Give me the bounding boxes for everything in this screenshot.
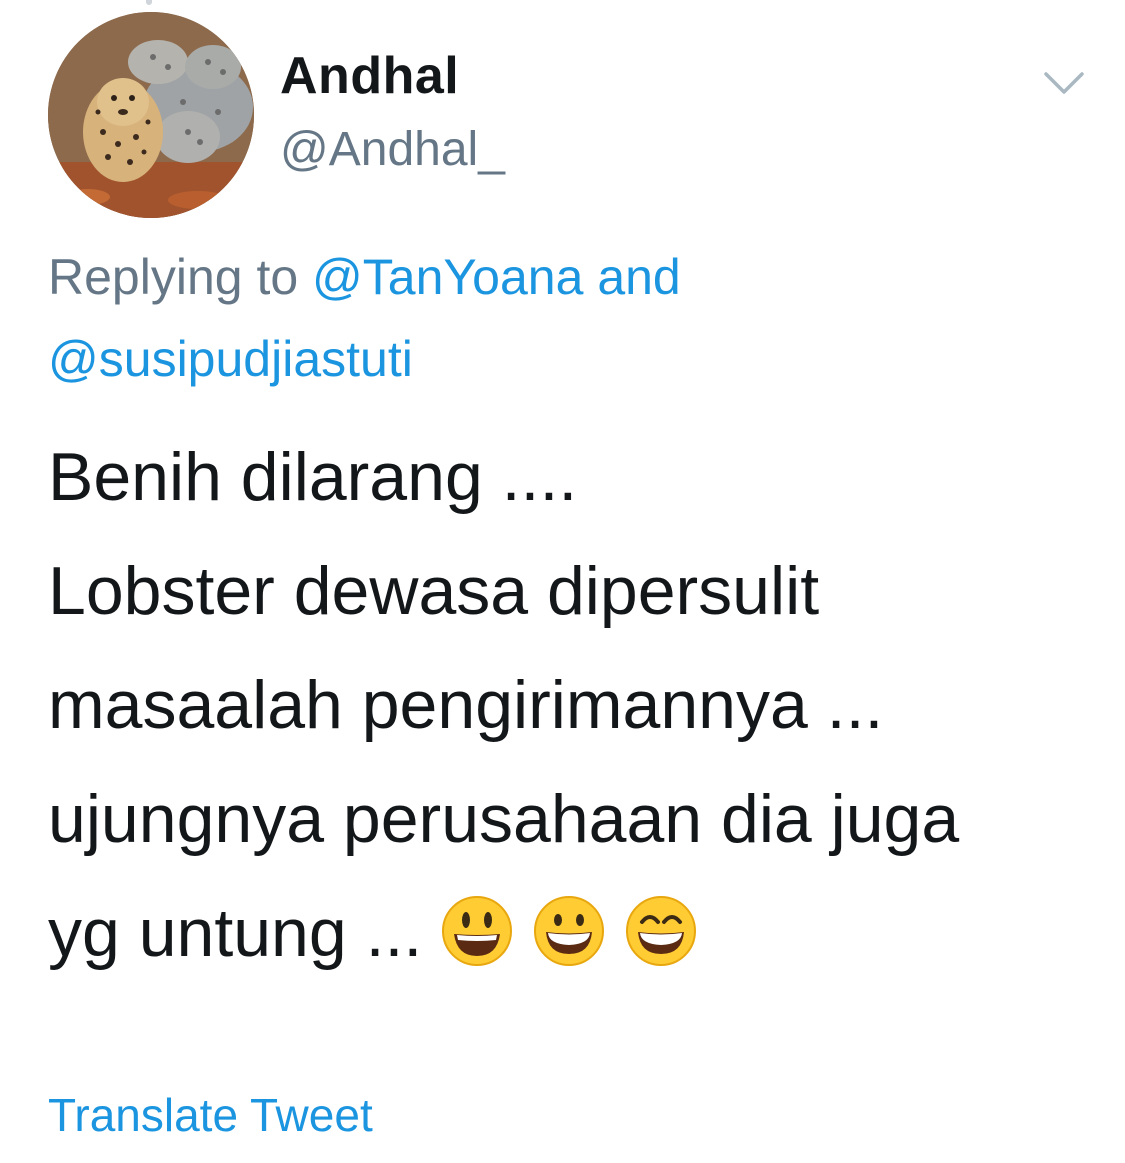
tweet-line-text: yg untung ... — [48, 895, 423, 971]
author-handle[interactable]: @Andhal_ — [280, 122, 505, 177]
author-display-name[interactable]: Andhal — [280, 46, 459, 106]
mention-link-tanyoana[interactable]: @TanYoana — [312, 249, 583, 305]
tweet-line: masaalah pengirimannya ... — [48, 667, 884, 743]
replying-to-connector[interactable]: and — [583, 249, 680, 305]
tweet-line: Lobster dewasa dipersulit — [48, 553, 820, 629]
replying-to-line-2: @susipudjiastuti — [48, 330, 1108, 388]
tweet-text: Benih dilarang .... Lobster dewasa diper… — [48, 420, 1108, 990]
mention-link-susipudjiastuti[interactable]: @susipudjiastuti — [48, 331, 413, 387]
scroll-indicator — [146, 0, 152, 5]
chevron-down-icon[interactable] — [1042, 68, 1086, 98]
grinning-face-smiling-eyes-icon — [624, 894, 698, 968]
grinning-face-icon — [532, 894, 606, 968]
tweet-line: ujungnya perusahaan dia juga — [48, 781, 960, 857]
tweet-line: Benih dilarang .... — [48, 439, 578, 515]
smiling-face-open-mouth-icon — [440, 894, 514, 968]
replying-to-label: Replying to — [48, 249, 313, 305]
avatar[interactable] — [48, 12, 254, 218]
tweet-line-last: yg untung ... — [48, 876, 1108, 990]
translate-tweet-link[interactable]: Translate Tweet — [48, 1088, 373, 1142]
replying-to-line: Replying to @TanYoana and — [48, 248, 1108, 306]
avatar-cheetah-cubs-image — [48, 12, 254, 218]
